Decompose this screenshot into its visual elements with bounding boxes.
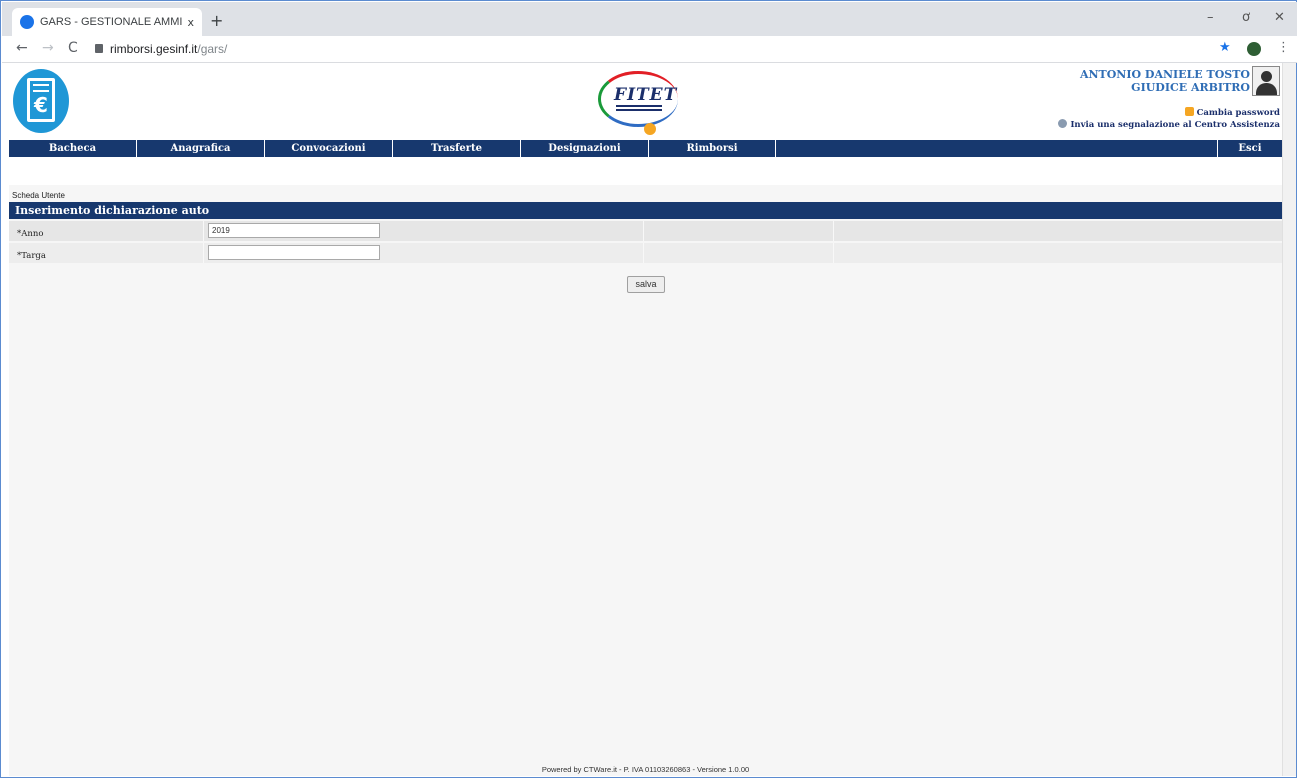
rimborsi-logo[interactable]: €	[13, 69, 69, 133]
user-role: GIUDICE ARBITRO	[1131, 81, 1250, 94]
page-content: € FITET ANTONIO DANIELE TOSTO GIUDICE AR…	[9, 63, 1282, 776]
address-bar[interactable]: rimborsi.gesinf.it/gars/	[110, 42, 227, 56]
url-path: /gars/	[197, 42, 228, 56]
field-label-targa: *Targa	[17, 251, 46, 261]
site-favicon-icon	[20, 15, 34, 29]
main-menu: Bacheca Anagrafica Convocazioni Trasfert…	[9, 140, 1282, 157]
header-links: Cambia password Invia una segnalazione a…	[1058, 107, 1280, 131]
restore-icon[interactable]: ơ	[1242, 10, 1250, 25]
extension-icon[interactable]	[1247, 42, 1261, 56]
menu-item-bacheca[interactable]: Bacheca	[9, 140, 137, 157]
user-name: ANTONIO DANIELE TOSTO	[1079, 68, 1250, 81]
field-label-anno: *Anno	[17, 229, 44, 239]
help-icon	[1058, 119, 1068, 128]
menu-item-convocazioni[interactable]: Convocazioni	[265, 140, 393, 157]
page-scrollbar[interactable]	[1282, 63, 1296, 776]
menu-item-designazioni[interactable]: Designazioni	[521, 140, 649, 157]
reload-icon[interactable]: C	[68, 40, 78, 56]
browser-menu-icon[interactable]: ⋮	[1277, 40, 1290, 55]
tab-title: GARS - GESTIONALE AMMINISTI	[40, 16, 183, 28]
lock-icon	[95, 44, 103, 53]
menu-item-anagrafica[interactable]: Anagrafica	[137, 140, 265, 157]
form-title: Inserimento dichiarazione auto	[9, 202, 1282, 219]
euro-document-icon: €	[27, 78, 55, 122]
site-header: € FITET ANTONIO DANIELE TOSTO GIUDICE AR…	[9, 63, 1282, 140]
menu-item-rimborsi[interactable]: Rimborsi	[649, 140, 776, 157]
tab-strip: GARS - GESTIONALE AMMINISTI x + – ơ ✕	[2, 2, 1297, 36]
breadcrumb: Scheda Utente	[12, 191, 65, 200]
change-password-link[interactable]: Cambia password	[1058, 107, 1280, 119]
targa-field[interactable]	[208, 245, 380, 260]
back-arrow-icon[interactable]: ←	[16, 40, 28, 56]
bookmark-star-icon[interactable]: ★	[1219, 40, 1231, 55]
key-icon	[1184, 107, 1194, 116]
menu-spacer	[776, 140, 1218, 157]
new-tab-button[interactable]: +	[210, 11, 223, 30]
menu-item-trasferte[interactable]: Trasferte	[393, 140, 521, 157]
forward-arrow-icon[interactable]: →	[42, 40, 54, 56]
save-button[interactable]: salva	[627, 276, 665, 293]
support-link[interactable]: Invia una segnalazione al Centro Assiste…	[1058, 119, 1280, 131]
menu-item-esci[interactable]: Esci	[1218, 140, 1282, 157]
browser-window: GARS - GESTIONALE AMMINISTI x + – ơ ✕ ← …	[0, 0, 1297, 778]
minimize-icon[interactable]: –	[1207, 10, 1214, 25]
tab-close-icon[interactable]: x	[187, 16, 194, 29]
form-row-anno: *Anno	[9, 221, 1282, 241]
window-close-icon[interactable]: ✕	[1274, 10, 1285, 25]
user-info: ANTONIO DANIELE TOSTO GIUDICE ARBITRO	[1080, 68, 1250, 94]
fitet-logo: FITET	[594, 67, 694, 135]
form-row-targa: *Targa	[9, 243, 1282, 263]
browser-tab[interactable]: GARS - GESTIONALE AMMINISTI x	[12, 8, 202, 36]
header-gap	[9, 157, 1282, 185]
browser-toolbar: ← → C rimborsi.gesinf.it/gars/ ★ ⋮	[2, 36, 1297, 63]
footer: Powered by CTWare.it - P. IVA 0110326086…	[541, 765, 750, 774]
avatar	[1252, 66, 1280, 96]
url-host: rimborsi.gesinf.it	[110, 42, 198, 56]
anno-field[interactable]	[208, 223, 380, 238]
